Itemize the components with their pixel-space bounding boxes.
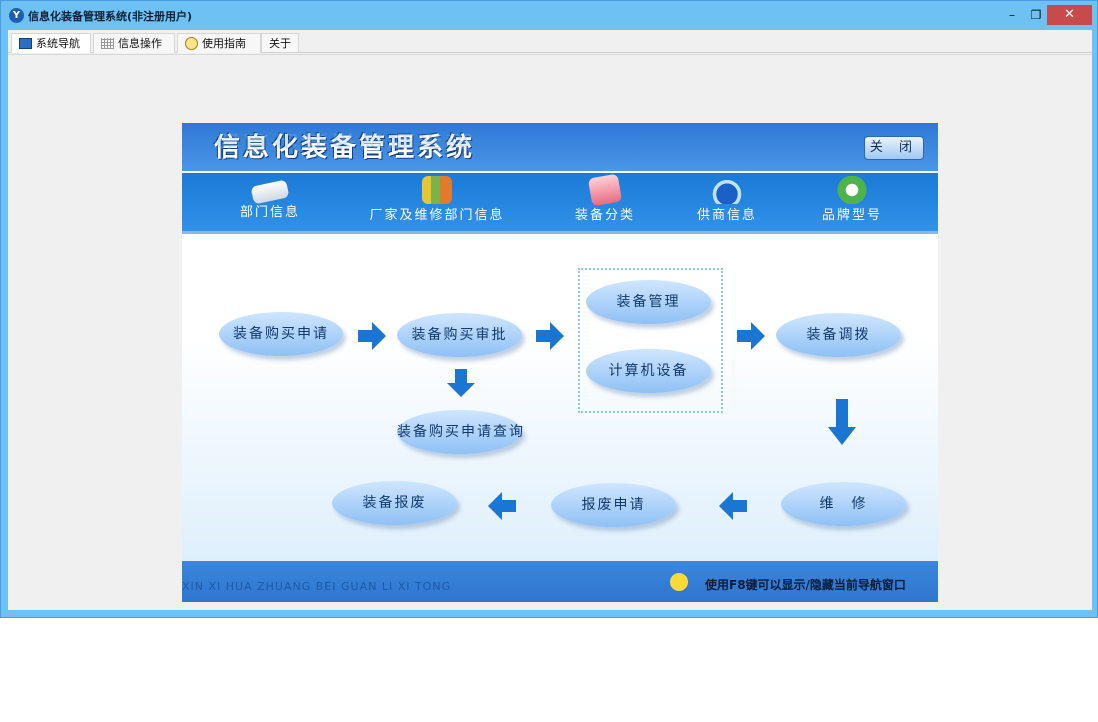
panel-title-reflection: 信息化装备管理系统 bbox=[214, 131, 476, 150]
purchase-approve-button[interactable]: 装备购买审批 bbox=[397, 313, 522, 357]
app-icon: Y bbox=[9, 8, 24, 23]
flask-icon bbox=[712, 176, 742, 204]
nav-item-supplier[interactable]: 供商信息 bbox=[687, 173, 767, 231]
stack-icon bbox=[587, 173, 623, 207]
arrow-left-icon bbox=[488, 492, 516, 520]
title-bar[interactable]: Y 信息化装备管理系统(非注册用户) – ❐ ✕ bbox=[1, 1, 1097, 30]
restore-button[interactable]: ❐ bbox=[1025, 5, 1047, 25]
tab-info-ops[interactable]: 信息操作 bbox=[93, 33, 175, 53]
computer-equip-button[interactable]: 计算机设备 bbox=[586, 349, 711, 393]
nav-item-manufacturer[interactable]: 厂家及维修部门信息 bbox=[357, 173, 517, 231]
panel-footer: XIN XI HUA ZHUANG BEI GUAN LI XI TONG 使用… bbox=[182, 561, 938, 602]
arrow-right-icon bbox=[737, 322, 765, 350]
close-window-button[interactable]: ✕ bbox=[1047, 5, 1092, 25]
tab-user-guide[interactable]: 使用指南 bbox=[177, 33, 261, 53]
tab-about[interactable]: 关于 bbox=[261, 33, 299, 52]
nav-label: 厂家及维修部门信息 bbox=[369, 208, 505, 223]
nav-label: 供商信息 bbox=[696, 208, 757, 223]
tab-label: 关于 bbox=[269, 37, 291, 50]
arrow-right-icon bbox=[536, 322, 564, 350]
footer-pinyin: XIN XI HUA ZHUANG BEI GUAN LI XI TONG bbox=[182, 580, 452, 593]
panel-close-button[interactable]: 关 闭 bbox=[864, 136, 924, 160]
nav-divider bbox=[182, 231, 938, 234]
nav-item-brand[interactable]: 品牌型号 bbox=[812, 173, 892, 231]
client-area: 系统导航 信息操作 使用指南 关于 信息化装备管理系统 信息化装备管理系统 关 … bbox=[8, 30, 1092, 610]
clock-icon bbox=[185, 36, 198, 50]
arrow-down-icon bbox=[447, 369, 475, 397]
repair-button[interactable]: 维 修 bbox=[781, 482, 906, 526]
tab-label: 使用指南 bbox=[202, 37, 246, 50]
minimize-button[interactable]: – bbox=[1001, 5, 1023, 25]
divider bbox=[8, 54, 1092, 55]
tab-system-nav[interactable]: 系统导航 bbox=[11, 33, 91, 53]
window-title: 信息化装备管理系统(非注册用户) bbox=[28, 10, 193, 23]
main-window: Y 信息化装备管理系统(非注册用户) – ❐ ✕ 系统导航 信息操作 使用指南 … bbox=[0, 0, 1098, 618]
module-nav-bar: 部门信息 厂家及维修部门信息 装备分类 供商信息 品牌型号 bbox=[182, 173, 938, 231]
equip-transfer-button[interactable]: 装备调拨 bbox=[776, 313, 901, 357]
recycle-icon bbox=[837, 176, 867, 204]
purchase-apply-button[interactable]: 装备购买申请 bbox=[219, 312, 343, 356]
footer-tip: 使用F8键可以显示/隐藏当前导航窗口 bbox=[705, 578, 906, 592]
nav-item-category[interactable]: 装备分类 bbox=[565, 173, 645, 231]
tab-strip: 系统导航 信息操作 使用指南 关于 bbox=[8, 30, 1092, 53]
tab-label: 系统导航 bbox=[36, 37, 80, 50]
purchase-query-button[interactable]: 装备购买申请查询 bbox=[397, 410, 523, 454]
equip-scrap-button[interactable]: 装备报废 bbox=[332, 481, 457, 525]
scrap-apply-button[interactable]: 报废申请 bbox=[551, 483, 676, 527]
nav-label: 装备分类 bbox=[574, 208, 635, 223]
arrow-left-icon bbox=[719, 492, 747, 520]
nav-label: 部门信息 bbox=[239, 205, 300, 220]
nav-item-department[interactable]: 部门信息 bbox=[230, 173, 310, 231]
files-icon bbox=[422, 176, 452, 204]
nav-label: 品牌型号 bbox=[821, 208, 882, 223]
panel-header: 信息化装备管理系统 信息化装备管理系统 关 闭 bbox=[182, 123, 938, 171]
grid-icon bbox=[101, 37, 114, 49]
monitor-icon bbox=[19, 37, 32, 49]
tab-label: 信息操作 bbox=[118, 37, 162, 50]
navigation-panel: 信息化装备管理系统 信息化装备管理系统 关 闭 部门信息 厂家及维修部门信息 装… bbox=[182, 123, 938, 602]
arrow-right-icon bbox=[358, 322, 386, 350]
arrow-down-icon bbox=[828, 399, 856, 445]
lightbulb-icon bbox=[670, 573, 688, 591]
equip-manage-button[interactable]: 装备管理 bbox=[586, 280, 711, 324]
